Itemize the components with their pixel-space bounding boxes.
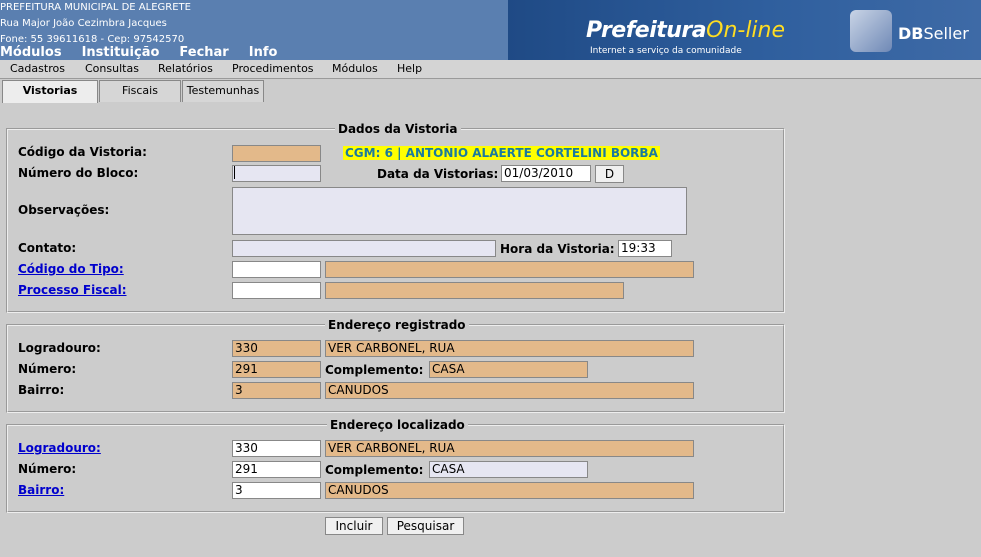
main-menu-fechar[interactable]: Fechar	[179, 45, 228, 60]
loc-numero-label: Número:	[18, 462, 77, 476]
reg-logradouro-code: 330	[232, 340, 321, 357]
org-address: Rua Major João Cezimbra Jacques	[0, 18, 167, 29]
main-menu-instituicao[interactable]: Instituição	[82, 45, 160, 60]
brand-online: On-line	[706, 18, 786, 43]
loc-complemento-label: Complemento:	[325, 463, 424, 477]
numero-bloco-field[interactable]	[232, 165, 321, 182]
sub-menu: Cadastros Consultas Relatórios Procedime…	[0, 60, 981, 79]
org-name: PREFEITURA MUNICIPAL DE ALEGRETE	[0, 2, 191, 13]
dbseller-logo-text: DBSeller	[898, 24, 969, 43]
brand-tagline: Internet a serviço da comunidade	[590, 46, 742, 56]
data-vistoria-label: Data da Vistorias:	[377, 167, 499, 181]
pesquisar-button[interactable]: Pesquisar	[387, 517, 464, 535]
text-caret	[234, 166, 235, 179]
reg-complemento-field: CASA	[429, 361, 588, 378]
menu-procedimentos[interactable]: Procedimentos	[232, 62, 314, 75]
codigo-vistoria-field[interactable]	[232, 145, 321, 162]
header-bar: PREFEITURA MUNICIPAL DE ALEGRETE Rua Maj…	[0, 0, 981, 60]
main-menu-modulos[interactable]: Módulos	[0, 45, 62, 60]
endereco-localizado-legend: Endereço localizado	[327, 418, 468, 432]
date-picker-button[interactable]: D	[595, 165, 624, 183]
numero-bloco-label: Número do Bloco:	[18, 166, 139, 180]
processo-fiscal-description	[325, 282, 624, 299]
loc-logradouro-name: VER CARBONEL, RUA	[325, 440, 694, 457]
endereco-registrado-legend: Endereço registrado	[325, 318, 469, 332]
observacoes-label: Observações:	[18, 203, 110, 217]
tab-vistorias[interactable]: Vistorias	[2, 80, 98, 103]
dados-vistoria-legend: Dados da Vistoria	[335, 122, 461, 136]
banner: PrefeituraOn-line Internet a serviço da …	[508, 0, 981, 60]
cgm-info: CGM: 6 | ANTONIO ALAERTE CORTELINI BORBA	[343, 146, 660, 160]
reg-bairro-name: CANUDOS	[325, 382, 694, 399]
tab-testemunhas[interactable]: Testemunhas	[182, 80, 264, 102]
reg-logradouro-name: VER CARBONEL, RUA	[325, 340, 694, 357]
tab-fiscais[interactable]: Fiscais	[99, 80, 181, 102]
brand-main: Prefeitura	[586, 18, 707, 43]
vendor-bold: DB	[898, 24, 924, 43]
observacoes-textarea[interactable]	[232, 187, 687, 235]
reg-bairro-code: 3	[232, 382, 321, 399]
reg-numero-field: 291	[232, 361, 321, 378]
main-menu-info[interactable]: Info	[249, 45, 278, 60]
menu-relatorios[interactable]: Relatórios	[158, 62, 213, 75]
menu-help[interactable]: Help	[397, 62, 422, 75]
loc-bairro-name: CANUDOS	[325, 482, 694, 499]
loc-complemento-field[interactable]: CASA	[429, 461, 588, 478]
hora-vistoria-field[interactable]: 19:33	[618, 240, 672, 257]
processo-fiscal-field[interactable]	[232, 282, 321, 299]
codigo-tipo-link[interactable]: Código do Tipo:	[18, 262, 124, 276]
loc-logradouro-code[interactable]: 330	[232, 440, 321, 457]
menu-consultas[interactable]: Consultas	[85, 62, 139, 75]
reg-bairro-label: Bairro:	[18, 383, 65, 397]
reg-complemento-label: Complemento:	[325, 363, 424, 377]
loc-bairro-link[interactable]: Bairro:	[18, 483, 64, 497]
menu-cadastros[interactable]: Cadastros	[10, 62, 65, 75]
menu-modulos[interactable]: Módulos	[332, 62, 378, 75]
codigo-tipo-description	[325, 261, 694, 278]
loc-logradouro-link[interactable]: Logradouro:	[18, 441, 101, 455]
codigo-vistoria-label: Código da Vistoria:	[18, 145, 147, 159]
loc-numero-field[interactable]: 291	[232, 461, 321, 478]
reg-logradouro-label: Logradouro:	[18, 341, 101, 355]
main-menu: Módulos Instituição Fechar Info	[0, 45, 297, 60]
processo-fiscal-link[interactable]: Processo Fiscal:	[18, 283, 127, 297]
incluir-button[interactable]: Incluir	[325, 517, 383, 535]
reg-numero-label: Número:	[18, 362, 77, 376]
hora-vistoria-label: Hora da Vistoria:	[500, 242, 615, 256]
dbseller-logo-icon	[850, 10, 892, 52]
prefeitura-online-logo: PrefeituraOn-line	[586, 18, 785, 43]
codigo-tipo-field[interactable]	[232, 261, 321, 278]
vendor-rest: Seller	[923, 24, 969, 43]
header-info: PREFEITURA MUNICIPAL DE ALEGRETE Rua Maj…	[0, 0, 191, 48]
contato-label: Contato:	[18, 241, 77, 255]
loc-bairro-code[interactable]: 3	[232, 482, 321, 499]
contato-field[interactable]	[232, 240, 496, 257]
data-vistoria-field[interactable]: 01/03/2010	[501, 165, 591, 182]
